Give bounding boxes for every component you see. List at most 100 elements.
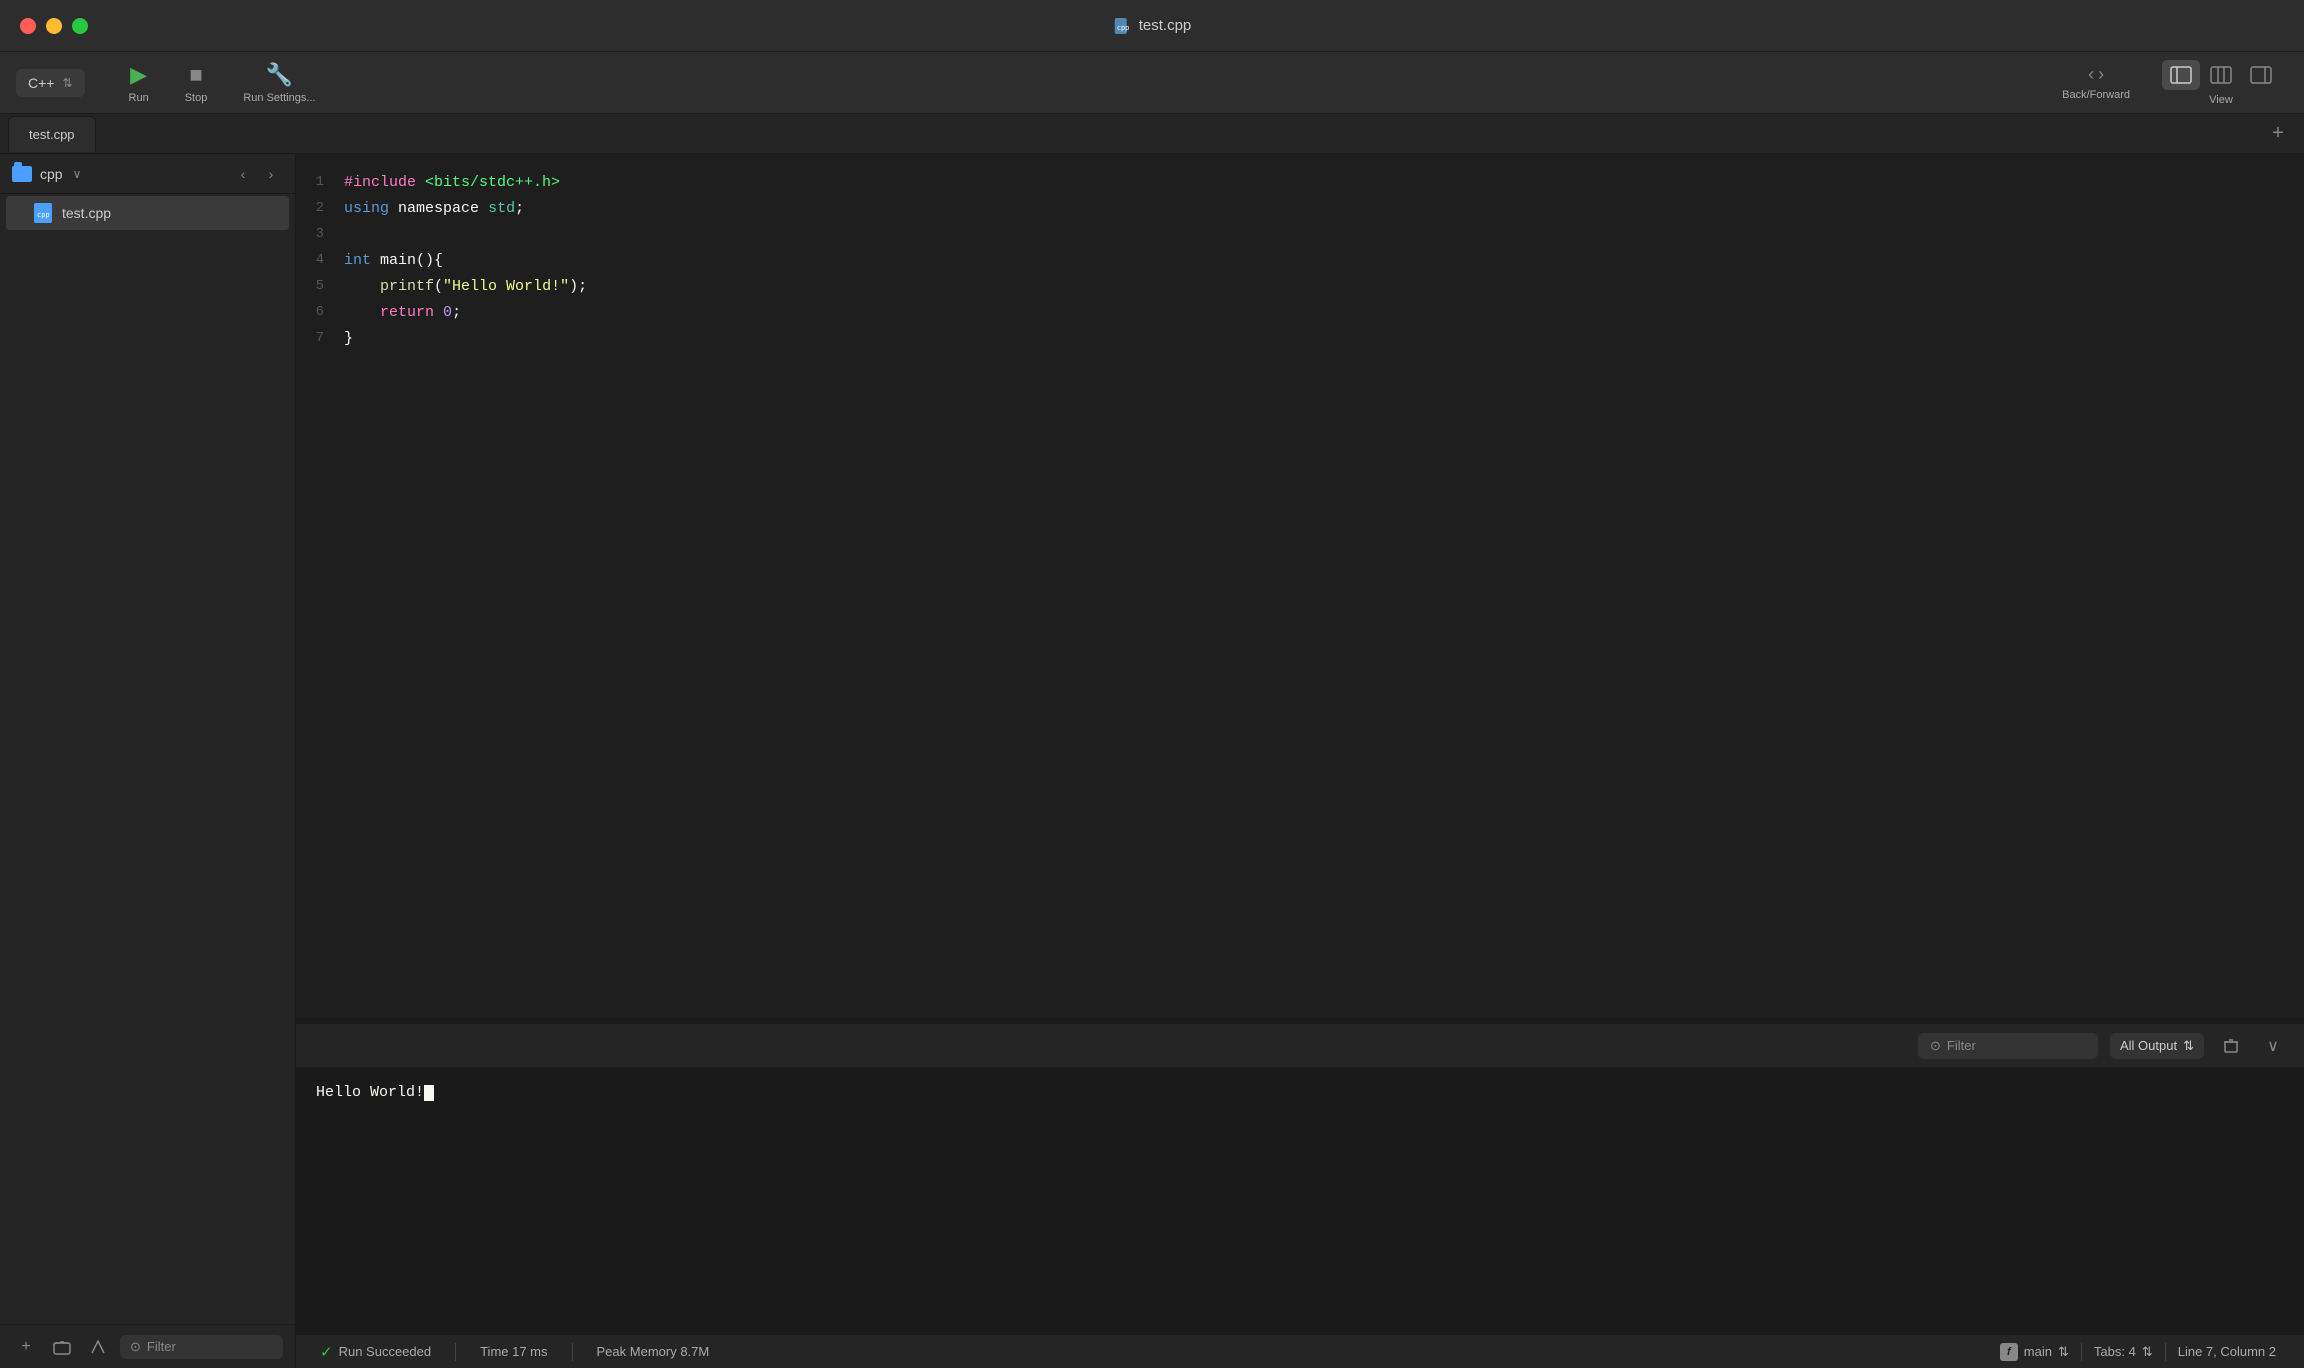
line-num-2: 2 [296, 197, 344, 221]
tabs-row: test.cpp + [0, 114, 2304, 154]
tab-label: test.cpp [29, 127, 75, 142]
run-status-label: Run Succeeded [339, 1344, 432, 1359]
code-content-6: return 0; [344, 301, 2304, 325]
filter-label: Filter [147, 1339, 176, 1354]
back-forward-icon: ‹ › [2088, 64, 2104, 85]
function-chevron-icon: ⇅ [2058, 1344, 2069, 1360]
code-editor[interactable]: 1 #include <bits/stdc++.h> 2 using names… [296, 154, 2304, 1018]
stop-button[interactable]: ■ Stop [169, 56, 224, 110]
code-content-5: printf("Hello World!"); [344, 275, 2304, 299]
code-line-6: 6 return 0; [296, 300, 2304, 326]
code-line-3: 3 [296, 222, 2304, 248]
line-num-7: 7 [296, 327, 344, 351]
time-item: Time 17 ms [472, 1344, 555, 1359]
line-num-3: 3 [296, 223, 344, 247]
toolbar-left: C++ ⇅ ▶ Run ■ Stop 🔧 Run Settings... [16, 56, 332, 110]
add-tab-icon: + [2272, 122, 2284, 145]
view-left-panel-button[interactable] [2162, 60, 2200, 90]
tabs-label: Tabs: 4 [2094, 1344, 2136, 1359]
sidebar-collapse-button[interactable]: ‹ [231, 162, 255, 186]
language-selector[interactable]: C++ ⇅ [16, 69, 85, 97]
filter-icon: ⊙ [130, 1339, 141, 1355]
position-label: Line 7, Column 2 [2178, 1344, 2276, 1359]
back-forward-button[interactable]: ‹ › Back/Forward [2046, 60, 2146, 105]
back-forward-label: Back/Forward [2062, 89, 2130, 101]
position-item[interactable]: Line 7, Column 2 [2166, 1344, 2288, 1359]
stop-icon: ■ [189, 62, 202, 88]
status-divider-2 [572, 1343, 573, 1361]
code-content-1: #include <bits/stdc++.h> [344, 171, 2304, 195]
memory-item: Peak Memory 8.7M [589, 1344, 718, 1359]
sidebar-bottom: + ⊙ Filter [0, 1324, 295, 1368]
output-dropdown-label: All Output [2120, 1038, 2177, 1053]
toolbar: C++ ⇅ ▶ Run ■ Stop 🔧 Run Settings... ‹ ›… [0, 52, 2304, 114]
function-item[interactable]: f main ⇅ [1988, 1343, 2081, 1361]
output-dropdown-chevron-icon: ⇅ [2183, 1038, 2194, 1054]
clear-output-button[interactable] [2216, 1031, 2246, 1061]
code-line-1: 1 #include <bits/stdc++.h> [296, 170, 2304, 196]
expand-icon: ∨ [2267, 1036, 2279, 1056]
file-icon: cpp [1113, 17, 1131, 35]
add-file-button[interactable]: + [12, 1333, 40, 1361]
tabs-item[interactable]: Tabs: 4 ⇅ [2082, 1344, 2165, 1360]
view-button-wrap: View [2154, 56, 2288, 110]
output-expand-button[interactable]: ∨ [2258, 1031, 2288, 1061]
language-label: C++ [28, 75, 54, 91]
stop-label: Stop [185, 92, 208, 104]
filter-icon: ⊙ [1930, 1038, 1941, 1054]
view-label: View [2209, 94, 2233, 106]
code-content-3 [344, 223, 2304, 247]
sidebar-filter[interactable]: ⊙ Filter [120, 1335, 283, 1359]
view-right-panel-button[interactable] [2242, 60, 2280, 90]
file-name: test.cpp [62, 205, 111, 221]
output-content[interactable]: Hello World! [296, 1068, 2304, 1334]
output-filter-input[interactable]: ⊙ Filter [1918, 1033, 2098, 1059]
minimize-button[interactable] [46, 18, 62, 34]
forward-icon: › [2098, 64, 2104, 85]
line-num-4: 4 [296, 249, 344, 273]
status-left: ✓ Run Succeeded Time 17 ms Peak Memory 8… [312, 1343, 717, 1361]
tab-test-cpp[interactable]: test.cpp [8, 116, 96, 152]
line-num-5: 5 [296, 275, 344, 299]
maximize-button[interactable] [72, 18, 88, 34]
toolbar-right: ‹ › Back/Forward [2046, 56, 2288, 110]
run-status-item: ✓ Run Succeeded [312, 1343, 439, 1361]
run-button[interactable]: ▶ Run [113, 56, 165, 110]
window-title: test.cpp [1139, 17, 1192, 34]
file-item-test-cpp[interactable]: cpp test.cpp [6, 196, 289, 230]
window-title-area: cpp test.cpp [1113, 17, 1192, 35]
status-divider-1 [455, 1343, 456, 1361]
memory-label: Peak Memory 8.7M [597, 1344, 710, 1359]
close-button[interactable] [20, 18, 36, 34]
run-label: Run [129, 92, 149, 104]
svg-text:cpp: cpp [1117, 24, 1130, 32]
sidebar-expand-button[interactable]: › [259, 162, 283, 186]
line-num-1: 1 [296, 171, 344, 195]
sidebar-action-button[interactable] [84, 1333, 112, 1361]
language-chevron-icon: ⇅ [62, 76, 72, 90]
folder-icon [12, 166, 32, 182]
run-settings-label: Run Settings... [243, 92, 315, 104]
function-label: main [2024, 1344, 2052, 1359]
output-toolbar: ⊙ Filter All Output ⇅ ∨ [296, 1024, 2304, 1068]
svg-text:cpp: cpp [37, 211, 50, 219]
run-settings-button[interactable]: 🔧 Run Settings... [227, 56, 331, 110]
status-right: f main ⇅ Tabs: 4 ⇅ Line 7, Column 2 [1988, 1343, 2288, 1361]
add-tab-button[interactable]: + [2264, 120, 2292, 148]
code-line-5: 5 printf("Hello World!"); [296, 274, 2304, 300]
sidebar-header: cpp ∨ ‹ › [0, 154, 295, 194]
line-num-6: 6 [296, 301, 344, 325]
code-content-7: } [344, 327, 2304, 351]
sidebar-nav: ‹ › [231, 162, 283, 186]
settings-icon: 🔧 [266, 62, 293, 88]
view-buttons [2162, 60, 2280, 90]
add-folder-button[interactable] [48, 1333, 76, 1361]
titlebar: cpp test.cpp [0, 0, 2304, 52]
file-cpp-icon: cpp [34, 203, 52, 223]
output-dropdown[interactable]: All Output ⇅ [2110, 1033, 2204, 1059]
filter-label: Filter [1947, 1038, 1976, 1053]
view-center-button[interactable] [2202, 60, 2240, 90]
output-panel: ⊙ Filter All Output ⇅ ∨ [296, 1024, 2304, 1334]
run-success-icon: ✓ [320, 1343, 333, 1361]
code-line-2: 2 using namespace std; [296, 196, 2304, 222]
